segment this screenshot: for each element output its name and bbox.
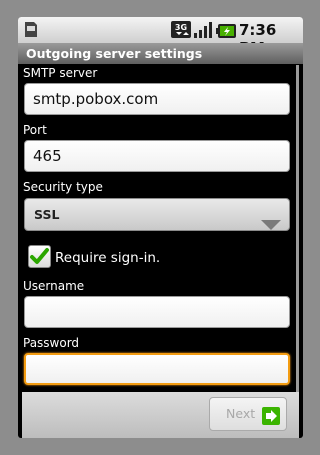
sd-card-icon bbox=[24, 21, 38, 42]
checkmark-icon bbox=[30, 248, 49, 264]
username-field[interactable] bbox=[24, 296, 290, 328]
network-type-text: 3G bbox=[175, 23, 187, 32]
chevron-down-icon bbox=[261, 210, 281, 241]
network-3g-icon: 3G bbox=[171, 21, 191, 42]
smtp-server-field[interactable]: smtp.pobox.com bbox=[24, 83, 290, 115]
phone-screen: 3G 7:36 PM Outgoing server settings SMTP… bbox=[18, 17, 303, 438]
password-field[interactable] bbox=[24, 353, 290, 385]
page-title: Outgoing server settings bbox=[18, 43, 303, 64]
bottom-button-bar: Next bbox=[22, 392, 299, 438]
signal-strength-icon bbox=[194, 22, 213, 42]
next-button[interactable]: Next bbox=[209, 397, 287, 431]
require-signin-label: Require sign-in. bbox=[55, 250, 161, 266]
password-label: Password bbox=[23, 336, 80, 350]
arrow-right-icon bbox=[262, 405, 280, 437]
security-type-value: SSL bbox=[34, 207, 60, 222]
battery-charging-icon bbox=[216, 23, 236, 42]
scrollbar[interactable] bbox=[296, 65, 299, 395]
port-field[interactable]: 465 bbox=[24, 140, 290, 172]
username-label: Username bbox=[23, 279, 85, 293]
security-type-label: Security type bbox=[23, 180, 103, 194]
smtp-server-label: SMTP server bbox=[23, 66, 98, 80]
security-type-dropdown[interactable]: SSL bbox=[24, 198, 290, 231]
status-bar: 3G 7:36 PM bbox=[18, 17, 303, 57]
require-signin-checkbox[interactable] bbox=[28, 245, 51, 268]
next-button-label: Next bbox=[226, 406, 256, 421]
port-label: Port bbox=[23, 123, 47, 137]
